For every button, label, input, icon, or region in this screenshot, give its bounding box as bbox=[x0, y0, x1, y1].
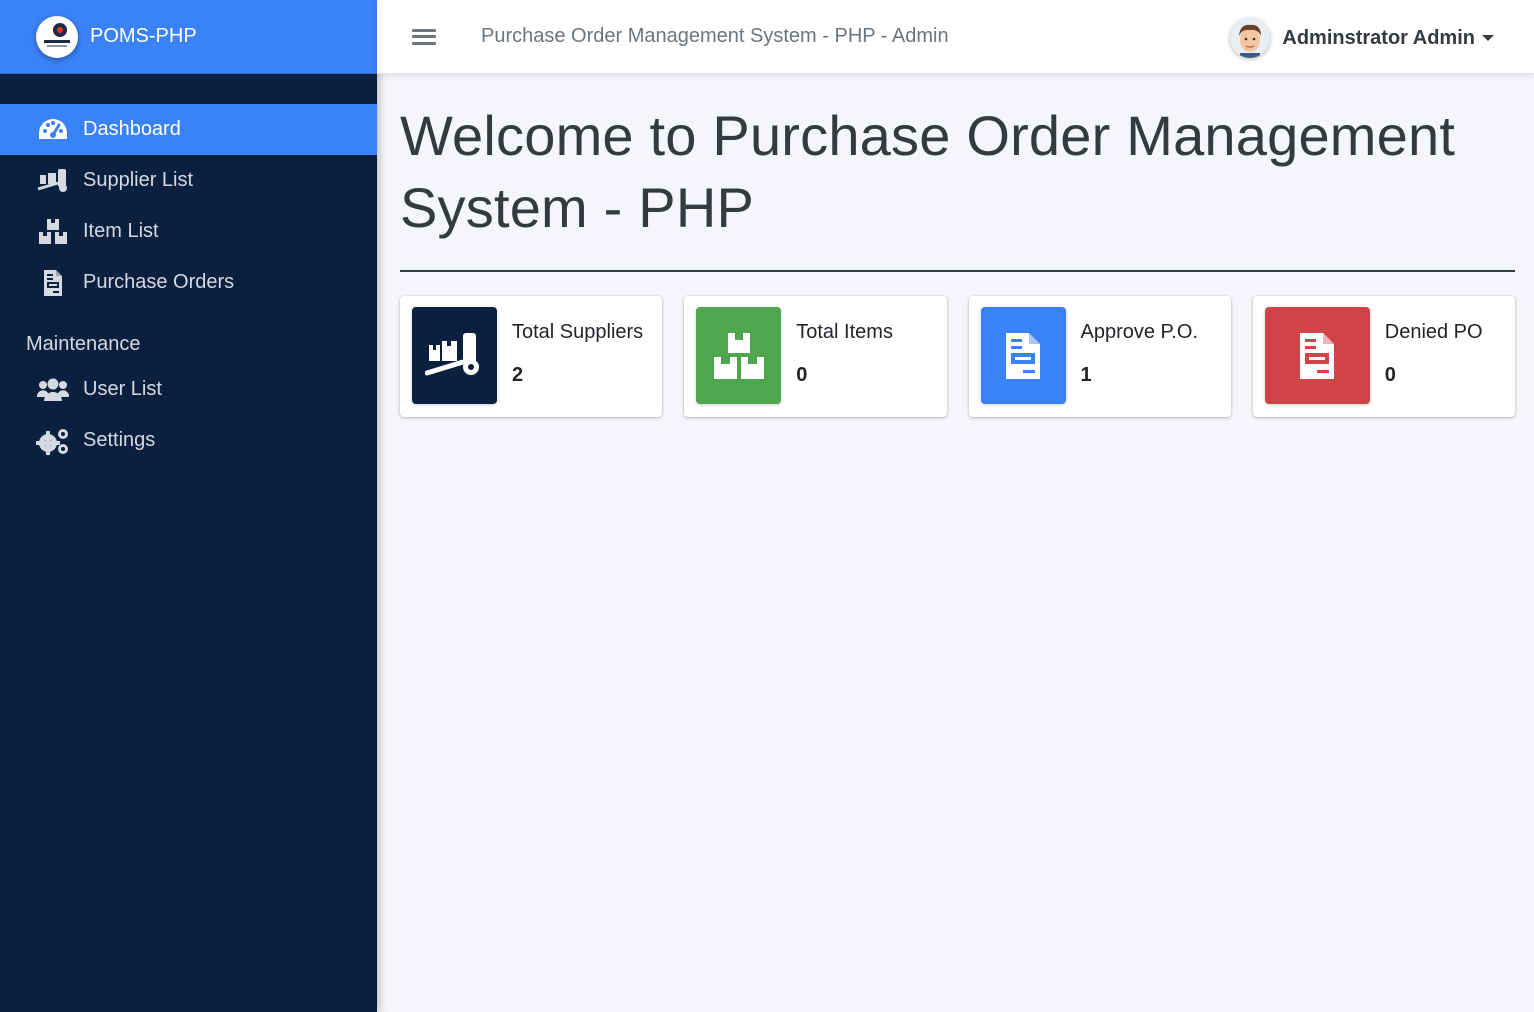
sidebar-item-label: Purchase Orders bbox=[83, 271, 235, 293]
info-box-total-items: Total Items 0 bbox=[684, 296, 947, 417]
divider bbox=[400, 270, 1515, 272]
user-menu-dropdown[interactable]: Adminstrator Admin bbox=[1230, 18, 1494, 58]
info-box-row: Total Suppliers 2 Total Items 0 Approve … bbox=[400, 296, 1515, 417]
sidebar-item-user-list[interactable]: User List bbox=[0, 364, 377, 415]
sidebar-nav: Dashboard Supplier List Item List Purcha… bbox=[0, 74, 377, 466]
menu-toggle-icon[interactable] bbox=[412, 27, 436, 47]
info-box-approve-po: Approve P.O. 1 bbox=[968, 296, 1231, 417]
sidebar-item-item-list[interactable]: Item List bbox=[0, 206, 377, 257]
info-box-label: Total Items bbox=[796, 321, 893, 343]
app-title: Purchase Order Management System - PHP -… bbox=[481, 25, 949, 47]
sidebar-item-dashboard[interactable]: Dashboard bbox=[0, 104, 377, 155]
info-box-denied-po: Denied PO 0 bbox=[1252, 296, 1515, 417]
user-name: Adminstrator Admin bbox=[1282, 26, 1475, 49]
boxes-icon bbox=[696, 307, 782, 404]
info-box-total-suppliers: Total Suppliers 2 bbox=[400, 296, 663, 417]
sidebar-item-label: Supplier List bbox=[83, 169, 194, 191]
boxes-icon bbox=[36, 217, 70, 247]
brand-logo bbox=[36, 15, 78, 58]
info-box-value: 0 bbox=[796, 364, 808, 386]
users-icon bbox=[36, 375, 70, 405]
truck-loading-icon bbox=[36, 166, 70, 196]
page-title: Welcome to Purchase Order Management Sys… bbox=[400, 104, 1456, 239]
info-box-label: Approve P.O. bbox=[1080, 321, 1198, 343]
sidebar-item-label: Dashboard bbox=[83, 118, 181, 140]
maintenance-header: Maintenance bbox=[26, 333, 141, 355]
file-invoice-icon bbox=[980, 307, 1066, 404]
info-box-value: 1 bbox=[1080, 364, 1092, 386]
sidebar-item-label: Settings bbox=[83, 429, 156, 451]
sidebar-item-label: User List bbox=[83, 378, 162, 400]
file-invoice-icon bbox=[36, 268, 70, 298]
sidebar-item-purchase-orders[interactable]: Purchase Orders bbox=[0, 257, 377, 308]
sidebar-item-label: Item List bbox=[83, 220, 159, 242]
tachometer-icon bbox=[36, 115, 70, 145]
sidebar: POMS-PHP Dashboard Supplier List Item Li… bbox=[0, 0, 377, 1012]
cogs-icon bbox=[36, 426, 70, 456]
avatar bbox=[1230, 18, 1271, 58]
truck-loading-icon bbox=[412, 307, 497, 404]
brand-link[interactable]: POMS-PHP bbox=[0, 0, 377, 74]
main-content: Welcome to Purchase Order Management Sys… bbox=[400, 100, 1515, 417]
sidebar-item-supplier-list[interactable]: Supplier List bbox=[0, 155, 377, 206]
top-navbar: Purchase Order Management System - PHP -… bbox=[377, 0, 1534, 74]
file-invoice-icon bbox=[1264, 307, 1370, 404]
info-box-label: Total Suppliers bbox=[512, 321, 644, 343]
caret-down-icon bbox=[1482, 35, 1494, 41]
sidebar-item-settings[interactable]: Settings bbox=[0, 415, 377, 466]
info-box-label: Denied PO bbox=[1384, 321, 1483, 343]
info-box-value: 0 bbox=[1384, 364, 1396, 386]
info-box-value: 2 bbox=[512, 364, 524, 386]
brand-name: POMS-PHP bbox=[90, 25, 197, 47]
